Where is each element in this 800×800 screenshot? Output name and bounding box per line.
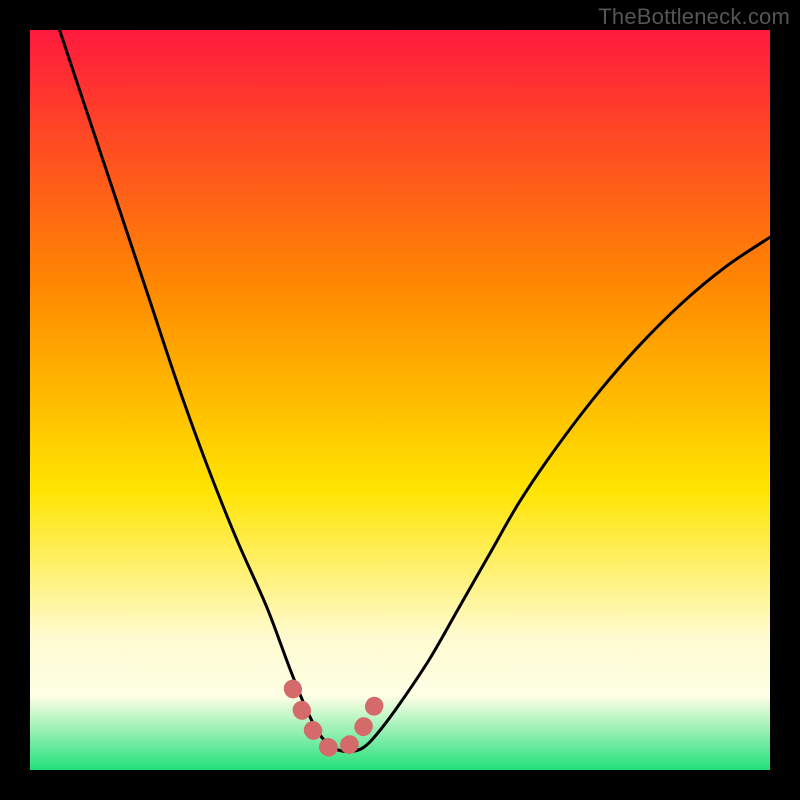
chart-svg [30, 30, 770, 770]
gradient-background [30, 30, 770, 770]
chart-frame: TheBottleneck.com [0, 0, 800, 800]
watermark-text: TheBottleneck.com [598, 4, 790, 30]
plot-area [30, 30, 770, 770]
